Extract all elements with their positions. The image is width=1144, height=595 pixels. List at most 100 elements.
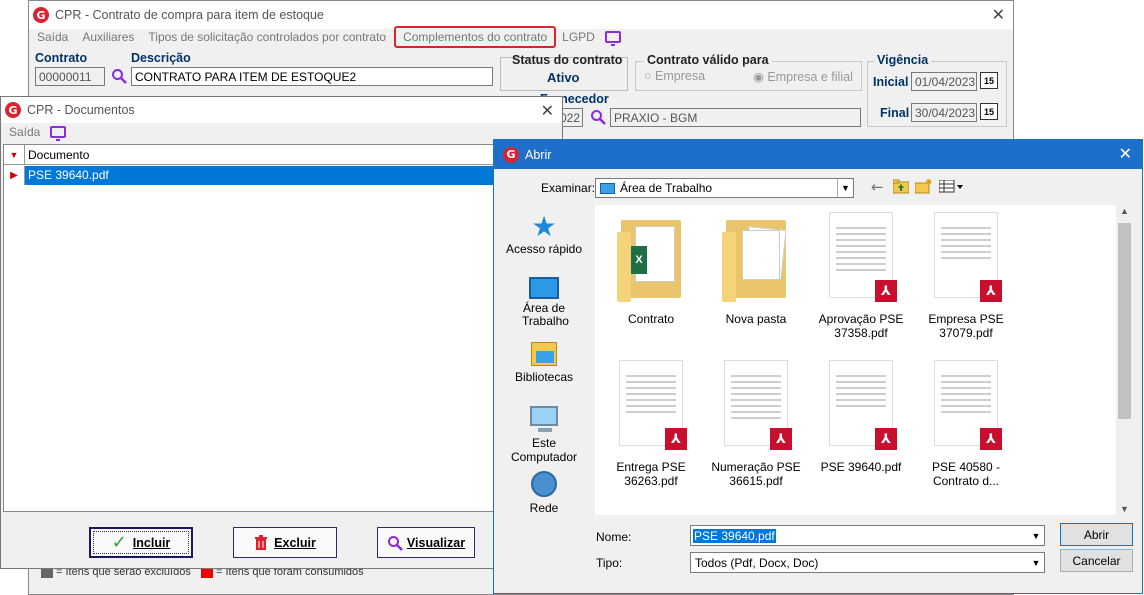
visualizar-button[interactable]: Visualizar	[377, 527, 475, 558]
examinar-value: Área de Trabalho	[620, 181, 713, 195]
file-view-scrollbar[interactable]: ▲ ▼	[1116, 205, 1133, 515]
nome-input[interactable]: PSE 39640.pdf ▼	[690, 525, 1045, 546]
docs-menubar: Saída	[1, 122, 562, 142]
nav-bibliotecas[interactable]: Bibliotecas	[499, 342, 589, 384]
menu-saida[interactable]: Saída	[37, 30, 68, 44]
examinar-label: Examinar:	[541, 181, 596, 195]
screen-icon[interactable]	[604, 31, 621, 46]
trash-icon	[255, 534, 268, 550]
contrato-search-icon[interactable]	[111, 68, 127, 84]
main-titlebar: G CPR - Contrato de compra para item de …	[29, 1, 1013, 29]
file-item-pse-39640[interactable]: ⅄ PSE 39640.pdf	[809, 358, 913, 474]
view-menu-icon[interactable]	[939, 180, 965, 193]
folder-icon	[720, 210, 792, 302]
descricao-field[interactable]: CONTRATO PARA ITEM DE ESTOQUE2	[131, 67, 493, 86]
pdf-file-icon: ⅄	[930, 358, 1002, 450]
contrato-field[interactable]: 00000011	[35, 67, 105, 86]
tipo-dropdown-icon[interactable]: ▼	[1028, 553, 1044, 572]
excluir-label: Excluir	[274, 535, 316, 550]
nav-acesso-rapido[interactable]: ★ Acesso rápido	[499, 212, 589, 257]
radio-empresa-filial-label: Empresa e filial	[767, 70, 853, 84]
file-name: Entrega PSE 36263.pdf	[616, 460, 686, 488]
main-close-icon[interactable]: ✕	[992, 5, 1005, 24]
incluir-button[interactable]: ✓ Incluir	[89, 527, 193, 558]
excluir-button[interactable]: Excluir	[233, 527, 337, 558]
nav-rede[interactable]: Rede	[499, 471, 589, 515]
examinar-dropdown-icon[interactable]: ▼	[837, 179, 853, 197]
file-item-empresa[interactable]: ⅄ Empresa PSE 37079.pdf	[914, 210, 1018, 340]
nome-label: Nome:	[596, 530, 632, 544]
nav-acesso-rapido-label: Acesso rápido	[505, 242, 583, 256]
nav-area-trabalho[interactable]: Área de Trabalho	[499, 277, 589, 328]
fornecedor-search-icon[interactable]	[590, 109, 606, 125]
scroll-up-icon[interactable]: ▲	[1116, 206, 1133, 216]
cancelar-button[interactable]: Cancelar	[1060, 549, 1133, 572]
valido-label: Contrato válido para	[644, 53, 772, 67]
file-name: Empresa PSE 37079.pdf	[928, 312, 1004, 340]
fornecedor-name-field[interactable]: PRAXIO - BGM	[610, 108, 861, 127]
file-item-pse-40580[interactable]: ⅄ PSE 40580 - Contrato d...	[914, 358, 1018, 488]
file-name: Nova pasta	[725, 312, 787, 326]
pdf-file-icon: ⅄	[930, 210, 1002, 302]
docs-close-icon[interactable]: ✕	[541, 101, 554, 120]
menu-lgpd[interactable]: LGPD	[562, 30, 595, 44]
grid-column-documento[interactable]: Documento	[25, 145, 89, 164]
file-name: Numeração PSE 36615.pdf	[711, 460, 801, 488]
computer-icon	[530, 406, 558, 432]
tipo-label: Tipo:	[596, 556, 623, 570]
docs-menu-saida[interactable]: Saída	[9, 125, 40, 139]
file-item-contrato[interactable]: X Contrato	[599, 210, 703, 326]
final-field[interactable]: 30/04/2023	[911, 103, 977, 122]
radio-empresa-label: Empresa	[655, 69, 706, 83]
final-calendar-icon[interactable]: 15	[980, 103, 998, 120]
file-item-entrega[interactable]: ⅄ Entrega PSE 36263.pdf	[599, 358, 703, 488]
incluir-label: Incluir	[132, 535, 171, 550]
abrir-button[interactable]: Abrir	[1060, 523, 1133, 546]
radio-empresa-filial[interactable]: ◉ Empresa e filial	[753, 69, 853, 84]
docs-screen-icon[interactable]	[50, 126, 67, 141]
examinar-select[interactable]: Área de Trabalho ▼	[595, 178, 854, 198]
menu-tipos-solicitacao[interactable]: Tipos de solicitação controlados por con…	[148, 30, 386, 44]
abrir-titlebar: G Abrir ✕	[494, 140, 1142, 169]
back-arrow-icon[interactable]: ←	[871, 178, 884, 196]
abrir-close-icon[interactable]: ✕	[1119, 144, 1132, 163]
app-logo-icon: G	[33, 7, 49, 23]
file-item-nova-pasta[interactable]: Nova pasta	[704, 210, 808, 326]
pdf-file-icon: ⅄	[615, 358, 687, 450]
file-name: Aprovação PSE 37358.pdf	[818, 312, 904, 340]
scroll-thumb[interactable]	[1118, 223, 1131, 419]
docs-logo-icon: G	[5, 102, 21, 118]
file-item-numeracao[interactable]: ⅄ Numeração PSE 36615.pdf	[704, 358, 808, 488]
nome-dropdown-icon[interactable]: ▼	[1028, 526, 1044, 545]
row-indicator-icon: ▶	[4, 166, 25, 185]
table-row[interactable]: ▶ PSE 39640.pdf	[4, 166, 559, 185]
abrir-button-label: Abrir	[1083, 527, 1110, 542]
new-folder-icon[interactable]: ✸	[915, 178, 932, 194]
file-item-aprovacao[interactable]: ⅄ Aprovação PSE 37358.pdf	[809, 210, 913, 340]
nav-area-trabalho-label: Área de Trabalho	[522, 301, 569, 328]
up-folder-icon[interactable]	[893, 179, 909, 194]
inicial-calendar-icon[interactable]: 15	[980, 72, 998, 89]
docs-title: CPR - Documentos	[27, 103, 135, 117]
tipo-value: Todos (Pdf, Docx, Doc)	[695, 555, 819, 570]
inicial-label: Inicial	[873, 75, 909, 89]
scroll-down-icon[interactable]: ▼	[1116, 504, 1133, 514]
status-label: Status do contrato	[512, 53, 623, 67]
desktop-icon	[529, 277, 559, 299]
abrir-dialog: G Abrir ✕ Examinar: Área de Trabalho ▼ ←…	[493, 139, 1143, 594]
tipo-select[interactable]: Todos (Pdf, Docx, Doc) ▼	[690, 552, 1045, 573]
nav-este-computador[interactable]: Este Computador	[499, 406, 589, 464]
valido-box: Contrato válido para ○ Empresa ◉ Empresa…	[635, 53, 862, 91]
radio-empresa[interactable]: ○ Empresa	[644, 69, 705, 83]
documentos-window: G CPR - Documentos ✕ Saída ▼ Documento ▶…	[0, 96, 563, 569]
svg-text:✸: ✸	[925, 178, 932, 187]
menu-auxiliares[interactable]: Auxiliares	[82, 30, 134, 44]
nav-rede-label: Rede	[529, 501, 559, 515]
menu-complementos[interactable]: Complementos do contrato	[394, 26, 557, 48]
status-value: Ativo	[547, 70, 580, 85]
pdf-file-icon: ⅄	[825, 210, 897, 302]
inicial-field[interactable]: 01/04/2023	[911, 72, 977, 91]
legend-excluded-swatch	[41, 568, 53, 578]
vigencia-label: Vigência	[874, 53, 932, 67]
main-title: CPR - Contrato de compra para item de es…	[55, 8, 324, 22]
